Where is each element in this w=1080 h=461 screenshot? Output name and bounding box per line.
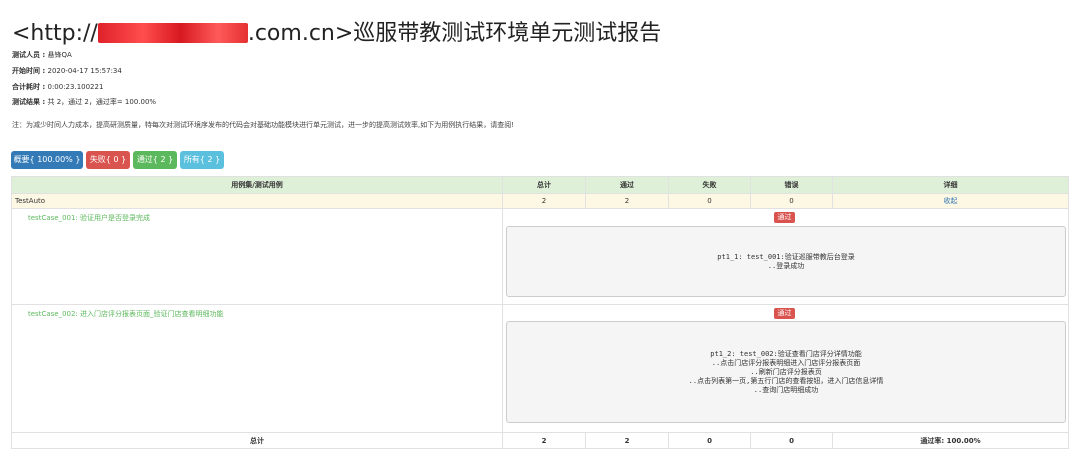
log-line: ..登录成功 <box>767 261 805 270</box>
log-line: ..点击列表第一页,第五行门店的查看按钮，进入门店信息详情 <box>688 376 884 385</box>
case-log: pt1_2: test_002:验证查看门店评分详情功能 ..点击门店评分报表明… <box>506 321 1066 423</box>
log-line: ..刷新门店评分报表页 <box>750 367 822 376</box>
footer-error: 0 <box>751 433 833 449</box>
suite-detail-cell: 收起 <box>833 194 1068 208</box>
suite-error: 0 <box>751 194 833 208</box>
header-case: 用例集/测试用例 <box>12 177 503 193</box>
tester-label: 测试人员 : <box>12 51 46 59</box>
case-name: testCase_002: 进入门店评分报表页面_验证门店查看明细功能 <box>28 310 224 318</box>
footer-fail: 0 <box>669 433 751 449</box>
title-prefix: <http:// <box>12 21 98 46</box>
start-time-info: 开始时间 : 2020-04-17 15:57:34 <box>12 66 122 76</box>
log-line: ..点击门店评分报表明细进入门店评分报表页面 <box>711 358 861 367</box>
collapse-link[interactable]: 收起 <box>944 196 958 206</box>
result-info: 测试结果 : 共 2，通过 2，通过率= 100.00% <box>12 97 156 107</box>
case-name-cell <box>12 305 503 432</box>
header-total: 总计 <box>503 177 586 193</box>
results-table: 用例集/测试用例 总计 通过 失败 错误 详细 TestAuto 2 2 0 0… <box>11 176 1069 449</box>
fail-filter-button[interactable]: 失败{ 0 } <box>86 151 130 169</box>
suite-name: TestAuto <box>12 194 503 208</box>
log-line: pt1_1: test_001:验证巡服带教后台登录 <box>717 252 855 261</box>
summary-filter-button[interactable]: 概要{ 100.00% } <box>11 151 83 169</box>
table-row: testCase_001: 验证用户是否登录完成 通过 pt1_1: test_… <box>12 209 1068 305</box>
total-row: 总计 2 2 0 0 通过率: 100.00% <box>12 433 1068 449</box>
result-label: 测试结果 : <box>12 98 46 106</box>
table-header-row: 用例集/测试用例 总计 通过 失败 错误 详细 <box>12 177 1068 194</box>
result-value: 共 2，通过 2，通过率= 100.00% <box>47 98 157 106</box>
start-value: 2020-04-17 15:57:34 <box>47 67 122 75</box>
footer-rate: 通过率: 100.00% <box>920 437 981 445</box>
start-label: 开始时间 : <box>12 67 46 75</box>
pass-filter-button[interactable]: 通过{ 2 } <box>133 151 177 169</box>
duration-label: 合计耗时 : <box>12 83 46 91</box>
footer-pass: 2 <box>586 433 669 449</box>
header-pass: 通过 <box>586 177 669 193</box>
redacted-url-mark <box>97 23 248 43</box>
log-line: pt1_2: test_002:验证查看门店评分详情功能 <box>710 349 862 358</box>
header-detail: 详细 <box>943 181 958 189</box>
footer-label: 总计 <box>12 433 503 449</box>
all-filter-button[interactable]: 所有{ 2 } <box>180 151 224 169</box>
case-log: pt1_1: test_001:验证巡服带教后台登录 ..登录成功 <box>506 226 1066 297</box>
suite-total: 2 <box>503 194 586 208</box>
case-name: testCase_001: 验证用户是否登录完成 <box>28 214 151 222</box>
suite-row: TestAuto 2 2 0 0 收起 <box>12 194 1068 209</box>
tester-info: 测试人员 : 悬锋QA <box>12 50 72 60</box>
suite-pass: 2 <box>586 194 669 208</box>
header-error: 错误 <box>751 177 833 193</box>
duration-info: 合计耗时 : 0:00:23.100221 <box>12 82 103 92</box>
log-line: ..查询门店明细成功 <box>753 385 819 394</box>
footer-total: 2 <box>503 433 586 449</box>
suite-fail: 0 <box>669 194 751 208</box>
case-name-cell <box>12 209 503 304</box>
duration-value: 0:00:23.100221 <box>47 83 104 91</box>
report-title: <http:// .com.cn>巡服带教测试环境单元测试报告 <box>12 18 661 50</box>
report-note: 注：为减少时间人力成本，提高研测质量，特每次对测试环境序发布的代码会对基础功能模… <box>12 121 515 129</box>
table-row: testCase_002: 进入门店评分报表页面_验证门店查看明细功能 通过 p… <box>12 305 1068 433</box>
status-badge[interactable]: 通过 <box>774 308 795 319</box>
status-badge[interactable]: 通过 <box>774 212 795 223</box>
title-rest: .com.cn>巡服带教测试环境单元测试报告 <box>247 21 662 46</box>
tester-value: 悬锋QA <box>47 51 72 59</box>
header-fail: 失败 <box>669 177 751 193</box>
